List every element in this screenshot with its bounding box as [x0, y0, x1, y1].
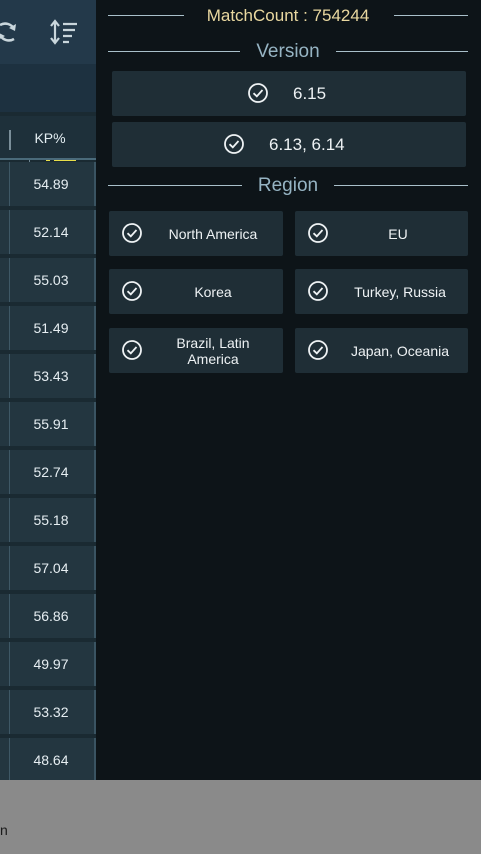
region-option-brazil-latin-america[interactable]: Brazil, Latin America — [109, 328, 283, 373]
version-title: Version — [256, 41, 320, 62]
row-right-border — [94, 258, 96, 302]
kp-value: 57.04 — [33, 560, 69, 576]
row-left-border — [9, 690, 10, 734]
divider-line — [108, 185, 242, 186]
table-row[interactable]: 57.04 — [0, 546, 96, 590]
bottom-text-fragment: n — [0, 822, 8, 838]
match-count-header: MatchCount : 754244 — [108, 4, 468, 28]
row-right-border — [94, 546, 96, 590]
region-label: Brazil, Latin America — [176, 334, 250, 367]
check-circle-icon — [122, 281, 142, 301]
divider-line — [108, 51, 240, 52]
region-option-north-america[interactable]: North America — [109, 211, 283, 256]
region-option-korea[interactable]: Korea — [109, 269, 283, 314]
row-right-border — [94, 690, 96, 734]
row-left-border — [9, 162, 10, 206]
row-left-border — [9, 402, 10, 446]
table-row[interactable]: 52.14 — [0, 210, 96, 254]
version-section-title: Version — [108, 40, 468, 64]
row-left-border — [9, 546, 10, 590]
check-circle-icon — [122, 223, 142, 243]
table-row[interactable]: 53.43 — [0, 354, 96, 398]
row-left-border — [9, 594, 10, 638]
kp-value: 51.49 — [33, 320, 69, 336]
row-left-border — [9, 738, 10, 782]
kp-value: 55.03 — [33, 272, 69, 288]
table-row[interactable]: 55.18 — [0, 498, 96, 542]
region-label: North America — [168, 225, 258, 242]
row-right-border — [94, 738, 96, 782]
divider-line — [394, 15, 468, 16]
check-circle-icon — [308, 340, 328, 360]
row-left-border — [9, 306, 10, 350]
kp-value: 56.86 — [33, 608, 69, 624]
region-label: EU — [388, 225, 408, 242]
stats-table-panel: KP% 54.89 52.14 55.03 51.49 53.43 55.91 52.74 5… — [0, 0, 96, 782]
region-label: Korea — [194, 283, 232, 300]
table-toolbar — [0, 0, 96, 64]
row-right-border — [94, 450, 96, 494]
check-circle-icon — [308, 223, 328, 243]
check-circle-icon — [308, 281, 328, 301]
row-right-border — [94, 210, 96, 254]
table-row[interactable]: 51.49 — [0, 306, 96, 350]
region-title: Region — [257, 175, 319, 196]
region-section-title: Region — [108, 174, 468, 198]
row-left-border — [9, 354, 10, 398]
row-left-border — [9, 258, 10, 302]
region-label: Japan, Oceania — [350, 342, 450, 359]
row-right-border — [94, 306, 96, 350]
kp-value: 52.74 — [33, 464, 69, 480]
row-left-border — [9, 498, 10, 542]
row-left-border — [9, 210, 10, 254]
row-left-border — [9, 642, 10, 686]
check-circle-icon — [224, 134, 244, 154]
row-right-border — [94, 594, 96, 638]
row-right-border — [94, 642, 96, 686]
region-option-japan-oceania[interactable]: Japan, Oceania — [295, 328, 468, 373]
kp-value: 54.89 — [33, 176, 69, 192]
row-right-border — [94, 354, 96, 398]
table-row[interactable]: 56.86 — [0, 594, 96, 638]
check-circle-icon — [248, 83, 268, 103]
column-divider — [9, 130, 11, 150]
table-row[interactable]: 49.97 — [0, 642, 96, 686]
divider-line — [108, 15, 184, 16]
header-underline — [0, 158, 96, 160]
kp-value: 55.91 — [33, 416, 69, 432]
version-label: 6.15 — [293, 84, 327, 103]
kp-value: 53.32 — [33, 704, 69, 720]
row-left-border — [9, 450, 10, 494]
version-label: 6.13, 6.14 — [269, 135, 345, 154]
kp-value: 53.43 — [33, 368, 69, 384]
version-option-6-13-6-14[interactable]: 6.13, 6.14 — [112, 122, 466, 167]
kp-value: 48.64 — [33, 752, 69, 768]
region-option-eu[interactable]: EU — [295, 211, 468, 256]
divider-line — [334, 185, 468, 186]
check-circle-icon — [122, 340, 142, 360]
region-option-turkey-russia[interactable]: Turkey, Russia — [295, 269, 468, 314]
table-row[interactable]: 54.89 — [0, 162, 96, 206]
table-row[interactable]: 53.32 — [0, 690, 96, 734]
kp-column-header[interactable]: KP% — [0, 116, 96, 160]
kp-value: 52.14 — [33, 224, 69, 240]
bottom-bar: n — [0, 780, 481, 854]
table-row[interactable]: 55.03 — [0, 258, 96, 302]
sort-icon[interactable] — [48, 16, 80, 48]
table-row[interactable]: 55.91 — [0, 402, 96, 446]
table-row[interactable]: 52.74 — [0, 450, 96, 494]
table-row[interactable]: 48.64 — [0, 738, 96, 782]
refresh-icon[interactable] — [0, 16, 22, 48]
row-right-border — [94, 402, 96, 446]
row-right-border — [94, 162, 96, 206]
kp-value: 55.18 — [33, 512, 69, 528]
divider-line — [336, 51, 468, 52]
kp-value: 49.97 — [33, 656, 69, 672]
region-label: Turkey, Russia — [354, 283, 446, 300]
row-right-border — [94, 498, 96, 542]
view-mode-bar — [0, 64, 96, 164]
kp-column-label: KP% — [34, 130, 66, 146]
match-count-text: MatchCount : 754244 — [206, 6, 370, 25]
version-option-6-15[interactable]: 6.15 — [112, 71, 466, 116]
